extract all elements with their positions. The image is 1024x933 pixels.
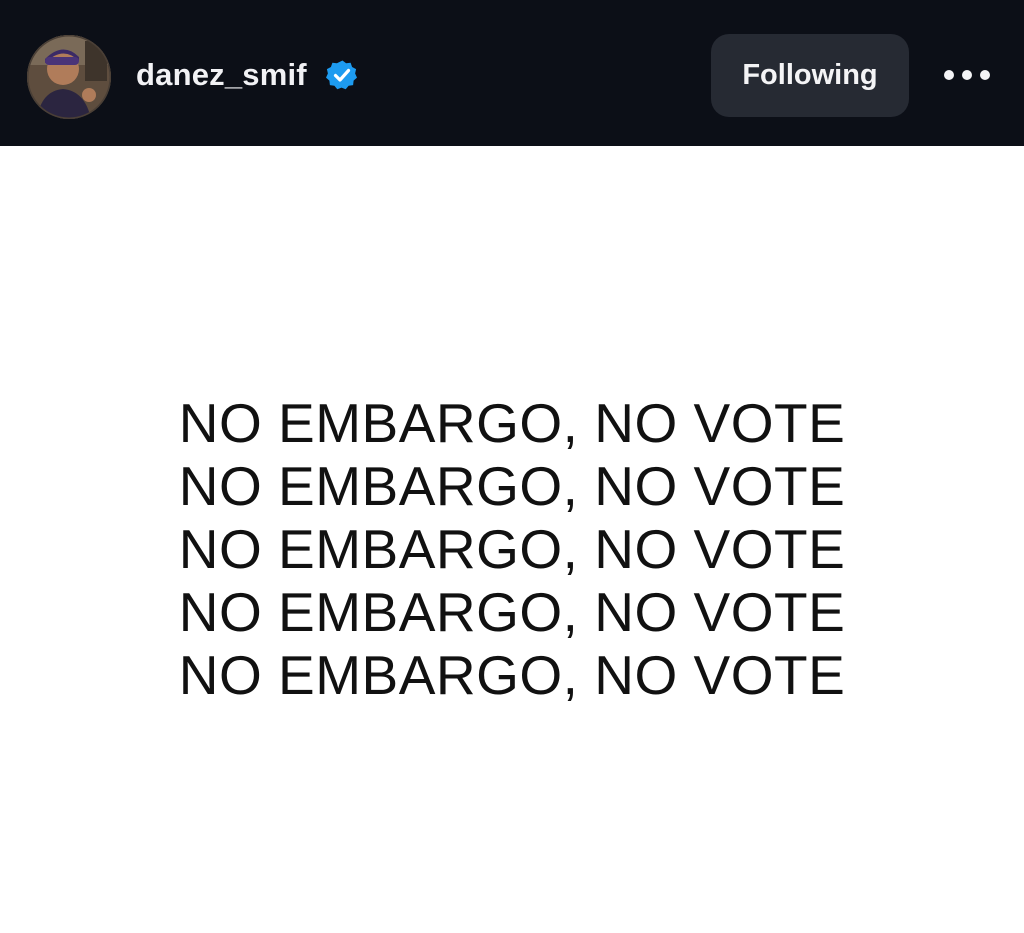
post-header: danez_smif Following: [0, 0, 1024, 146]
username[interactable]: danez_smif: [136, 52, 307, 98]
post-image[interactable]: NO EMBARGO, NO VOTE NO EMBARGO, NO VOTE …: [0, 146, 1024, 933]
post-text-line: NO EMBARGO, NO VOTE: [178, 581, 846, 643]
post-text-line: NO EMBARGO, NO VOTE: [178, 644, 846, 706]
more-dot: [962, 70, 972, 80]
more-dot: [980, 70, 990, 80]
more-dot: [944, 70, 954, 80]
avatar-image: [27, 35, 111, 119]
verified-badge-icon: [326, 59, 358, 91]
post-text-line: NO EMBARGO, NO VOTE: [178, 518, 846, 580]
more-options-icon[interactable]: [934, 52, 1000, 98]
post-text-line: NO EMBARGO, NO VOTE: [178, 392, 846, 454]
post-text-line: NO EMBARGO, NO VOTE: [178, 455, 846, 517]
following-button[interactable]: Following: [711, 34, 909, 117]
user-avatar[interactable]: [27, 35, 111, 119]
post-text-block: NO EMBARGO, NO VOTE NO EMBARGO, NO VOTE …: [0, 392, 1024, 707]
